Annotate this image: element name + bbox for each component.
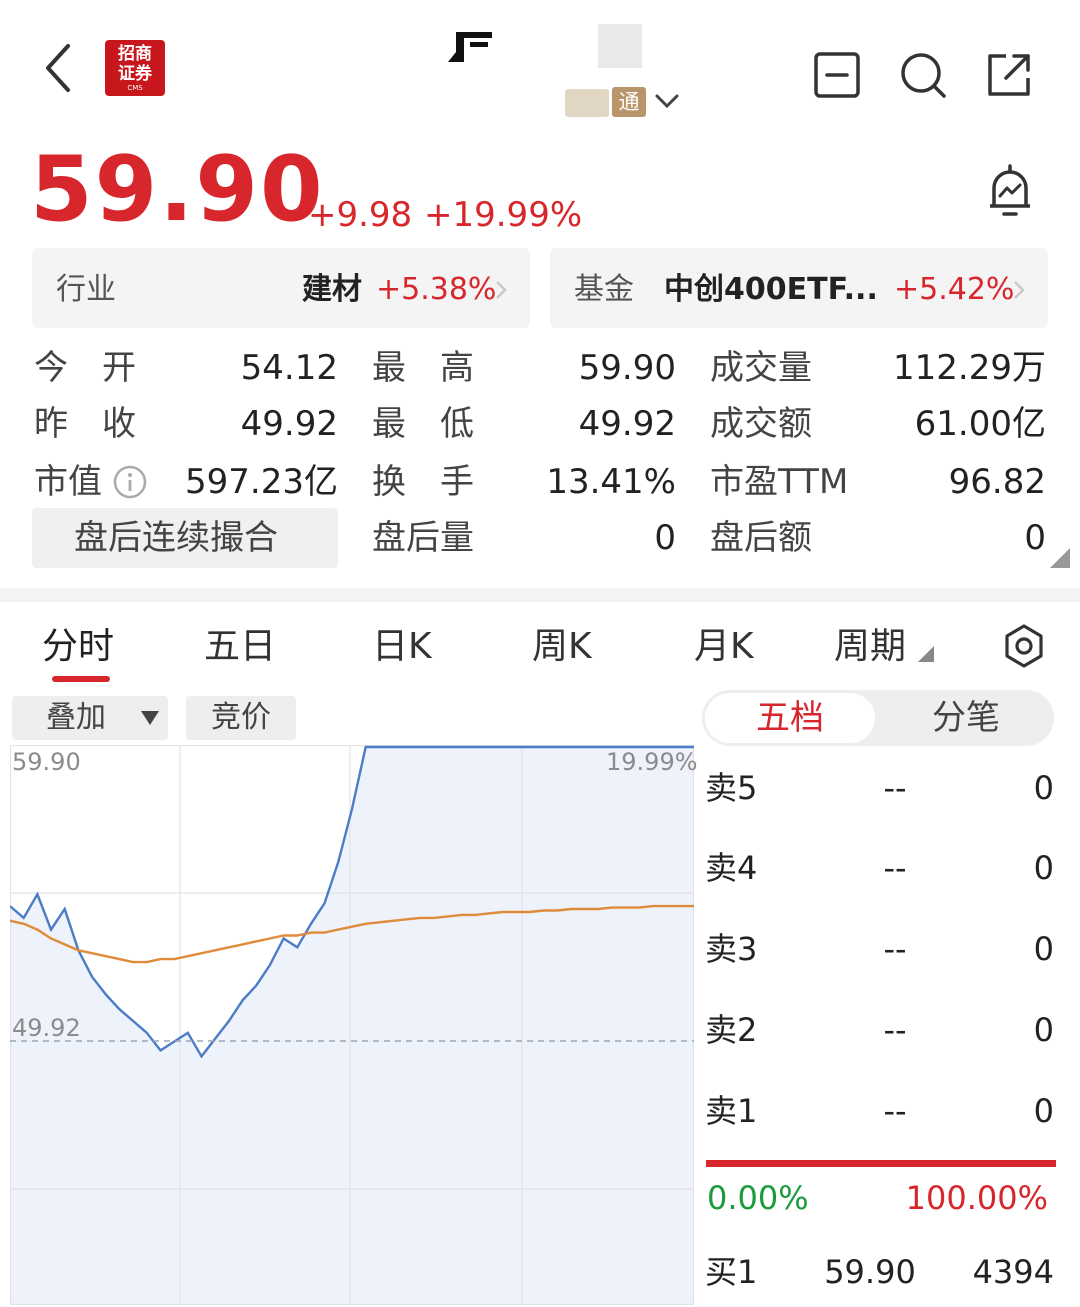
ask2-label: 卖2 — [705, 1011, 758, 1049]
industry-name: 建材 — [302, 272, 362, 307]
ask3-label: 卖3 — [705, 930, 758, 968]
bid-ratio-pct: 100.00% — [905, 1179, 1048, 1217]
overlay-dropdown-icon — [141, 711, 159, 725]
open-label: 今 开 — [34, 348, 136, 388]
ask1-volume: 0 — [1033, 1092, 1054, 1130]
ask5-price: -- — [883, 769, 907, 807]
low-label: 最 低 — [372, 404, 474, 444]
tab-daily-k[interactable]: 日K — [372, 622, 432, 672]
logo-line-1: 招商 — [118, 44, 152, 64]
price-alert-bell-icon[interactable] — [980, 162, 1040, 222]
auction-button[interactable]: 竞价 — [186, 696, 296, 740]
ask1-price: -- — [883, 1092, 907, 1130]
ask4-price: -- — [883, 849, 907, 887]
after-hours-label: 盘后连续撮合 — [74, 518, 278, 558]
tab-monthly-k[interactable]: 月K — [694, 622, 754, 672]
expand-corner-icon[interactable] — [1050, 548, 1070, 568]
low-value: 49.92 — [578, 404, 676, 444]
turnover-value: 13.41% — [546, 462, 676, 502]
section-divider — [0, 588, 1080, 602]
ask1-label: 卖1 — [705, 1092, 758, 1130]
back-arrow-icon[interactable] — [40, 40, 80, 96]
ask4-label: 卖4 — [705, 849, 758, 887]
fund-label: 基金 — [574, 272, 634, 307]
tab-weekly-k[interactable]: 周K — [532, 622, 592, 672]
minus-square-icon[interactable] — [812, 50, 862, 100]
y-axis-prev-close-label: 49.92 — [12, 1014, 81, 1042]
share-icon[interactable] — [984, 50, 1034, 100]
mcap-value: 597.23亿 — [185, 462, 338, 502]
active-tab-indicator — [52, 676, 110, 682]
turnover-label: 换 手 — [372, 462, 474, 502]
ask-ratio-pct: 0.00% — [707, 1179, 809, 1217]
logo-line-2: 证券 — [118, 64, 152, 84]
ask2-price: -- — [883, 1011, 907, 1049]
broker-logo: 招商 证券 CMS — [105, 40, 165, 96]
prev-close-value: 49.92 — [240, 404, 338, 444]
fund-pct: +5.42% — [894, 272, 1015, 307]
ask5-label: 卖5 — [705, 769, 758, 807]
bid1-volume: 4394 — [972, 1253, 1054, 1291]
chevron-right-icon — [496, 281, 507, 299]
period-dropdown-icon — [918, 646, 934, 662]
intraday-chart[interactable] — [10, 745, 694, 1305]
market-badge-blur — [565, 89, 609, 117]
last-price: 59.90 — [30, 137, 325, 242]
volume-value: 112.29万 — [893, 348, 1046, 388]
bid1-price: 59.90 — [824, 1253, 916, 1291]
ask3-price: -- — [883, 930, 907, 968]
tab-five-day[interactable]: 五日 — [204, 622, 276, 672]
price-change-pct: +19.99% — [424, 195, 583, 235]
after-volume-label: 盘后量 — [372, 518, 474, 558]
bid-ask-ratio-bar — [706, 1160, 1056, 1167]
logo-sub: CMS — [127, 84, 143, 92]
ask2-volume: 0 — [1033, 1011, 1054, 1049]
amount-value: 61.00亿 — [914, 404, 1046, 444]
high-label: 最 高 — [372, 348, 474, 388]
search-icon[interactable] — [898, 50, 948, 100]
tab-period[interactable]: 周期 — [834, 622, 906, 672]
ask3-volume: 0 — [1033, 930, 1054, 968]
tab-intraday[interactable]: 分时 — [42, 622, 114, 672]
after-volume-value: 0 — [654, 518, 676, 558]
after-amount-label: 盘后额 — [710, 518, 812, 558]
tab-five-levels[interactable]: 五档 — [705, 693, 875, 743]
settings-icon[interactable] — [1000, 622, 1048, 670]
y-axis-right-top-label: 19.99% — [606, 748, 698, 776]
price-change: +9.98 — [308, 195, 413, 235]
open-value: 54.12 — [240, 348, 338, 388]
stock-name-blur — [598, 24, 642, 68]
ask4-volume: 0 — [1033, 849, 1054, 887]
amount-label: 成交额 — [710, 404, 812, 444]
high-value: 59.90 — [578, 348, 676, 388]
tab-tick-trades[interactable]: 分笔 — [880, 693, 1052, 743]
fund-name: 中创400ETF... — [664, 272, 878, 307]
stock-name-obscured — [448, 32, 492, 62]
ask5-volume: 0 — [1033, 769, 1054, 807]
bid1-label: 买1 — [705, 1253, 758, 1291]
after-amount-value: 0 — [1024, 518, 1046, 558]
industry-label: 行业 — [56, 272, 116, 307]
volume-label: 成交量 — [710, 348, 812, 388]
info-icon[interactable] — [112, 464, 148, 500]
pe-value: 96.82 — [948, 462, 1046, 502]
connect-badge: 通 — [612, 87, 646, 117]
chevron-right-icon — [1014, 281, 1025, 299]
mcap-label: 市值 — [34, 462, 102, 502]
y-axis-top-label: 59.90 — [12, 748, 81, 776]
industry-pct: +5.38% — [376, 272, 497, 307]
chevron-down-icon[interactable] — [654, 90, 680, 112]
pe-label: 市盈TTM — [710, 462, 849, 502]
prev-close-label: 昨 收 — [34, 404, 136, 444]
